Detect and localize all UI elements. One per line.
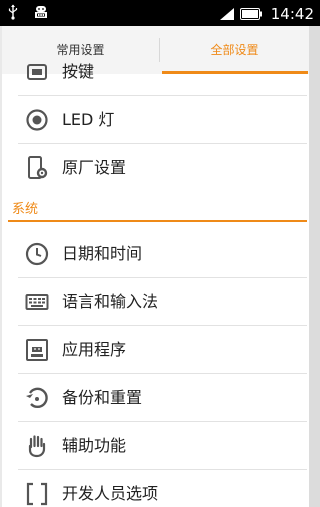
- developer-icon: [25, 482, 49, 506]
- backup-icon: [25, 386, 49, 410]
- list-item-keys[interactable]: 按键: [2, 48, 309, 96]
- hand-icon: [25, 434, 49, 458]
- list-item-label: 日期和时间: [62, 244, 143, 263]
- list-item-label: LED 灯: [62, 110, 115, 129]
- list-item-label: 应用程序: [62, 340, 127, 359]
- list-item-backup-reset[interactable]: 备份和重置: [2, 374, 309, 422]
- section-rule: [8, 220, 307, 222]
- settings-screen: 常用设置 全部设置 按键 LED 灯 原厂设置 系统 日期和时间 语言和输入法 …: [0, 26, 320, 507]
- led-icon: [25, 108, 49, 132]
- section-title: 系统: [12, 202, 39, 217]
- list-item-led[interactable]: LED 灯: [2, 96, 309, 144]
- factory-settings-icon: [25, 156, 49, 180]
- list-item-factory-settings[interactable]: 原厂设置: [2, 144, 309, 192]
- list-item-label: 语言和输入法: [62, 292, 159, 311]
- signal-icon: [219, 7, 235, 21]
- status-right: 14:42: [219, 3, 314, 23]
- battery-icon: [239, 7, 262, 20]
- list-item-label: 辅助功能: [62, 436, 127, 455]
- settings-panel: 常用设置 全部设置 按键 LED 灯 原厂设置 系统 日期和时间 语言和输入法 …: [2, 26, 309, 507]
- status-left: [8, 4, 59, 22]
- apps-icon: [25, 338, 49, 362]
- keys-icon: [25, 60, 49, 84]
- usb-icon: [8, 4, 18, 20]
- list-item-label: 原厂设置: [62, 158, 127, 177]
- android-debug-icon: [33, 4, 49, 20]
- list-item-developer-options[interactable]: 开发人员选项: [2, 470, 309, 507]
- list-item-date-time[interactable]: 日期和时间: [2, 230, 309, 278]
- status-time: 14:42: [270, 4, 314, 23]
- list-item-label: 按键: [62, 62, 95, 81]
- section-header-system: 系统: [2, 192, 309, 222]
- list-item-language-input[interactable]: 语言和输入法: [2, 278, 309, 326]
- list-item-applications[interactable]: 应用程序: [2, 326, 309, 374]
- list-item-accessibility[interactable]: 辅助功能: [2, 422, 309, 470]
- scroll-edge: [309, 26, 320, 507]
- list-item-label: 备份和重置: [62, 388, 143, 407]
- clock-icon: [25, 242, 49, 266]
- list-item-label: 开发人员选项: [62, 484, 159, 503]
- keyboard-icon: [25, 290, 49, 314]
- status-bar: 14:42: [0, 0, 320, 26]
